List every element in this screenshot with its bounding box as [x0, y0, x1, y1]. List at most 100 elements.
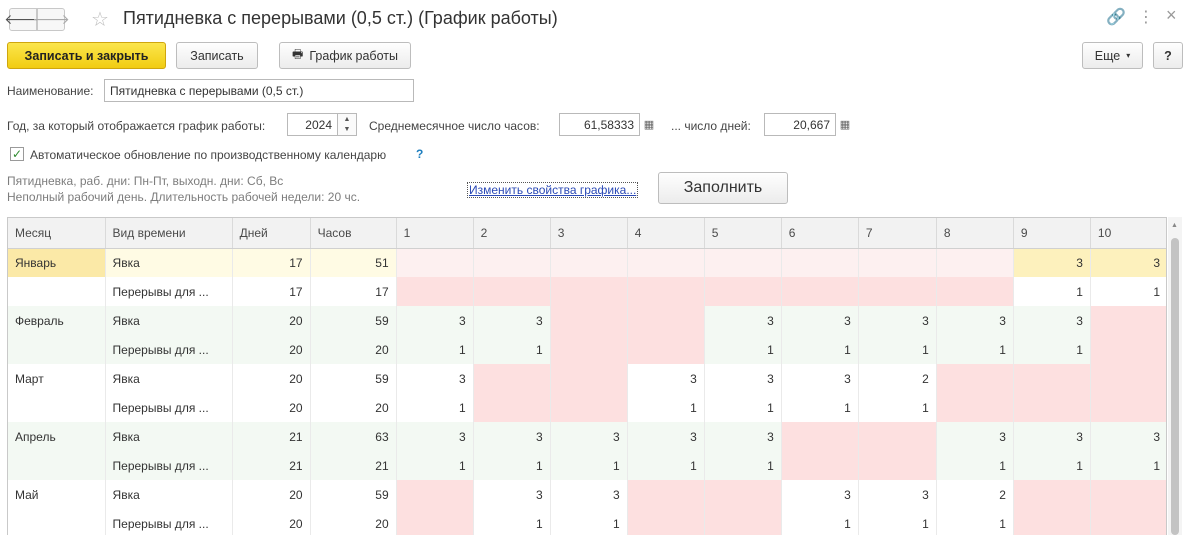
month-cell[interactable] [8, 277, 106, 306]
close-icon[interactable]: × [1166, 5, 1177, 26]
avg-days-field[interactable]: 20,667 [764, 113, 836, 136]
day-cell[interactable]: 3 [627, 422, 705, 451]
hours-cell[interactable]: 59 [310, 480, 397, 509]
day-cell[interactable]: 1 [704, 393, 782, 422]
hours-cell[interactable]: 20 [310, 393, 397, 422]
day-cell[interactable] [858, 277, 937, 306]
column-header[interactable]: 4 [627, 218, 705, 249]
help-icon[interactable]: ? [416, 147, 423, 161]
day-cell[interactable] [550, 335, 628, 364]
day-cell[interactable]: 1 [704, 335, 782, 364]
day-cell[interactable] [1013, 480, 1091, 509]
day-cell[interactable]: 2 [936, 480, 1014, 509]
day-cell[interactable] [704, 277, 782, 306]
month-cell[interactable] [8, 393, 106, 422]
day-cell[interactable] [781, 451, 859, 480]
time-kind-cell[interactable]: Перерывы для ... [105, 509, 233, 535]
day-cell[interactable] [1090, 335, 1166, 364]
scrollbar-thumb[interactable] [1171, 238, 1179, 535]
day-cell[interactable]: 1 [704, 451, 782, 480]
day-cell[interactable]: 3 [550, 480, 628, 509]
day-cell[interactable]: 1 [1090, 277, 1166, 306]
day-cell[interactable] [550, 364, 628, 393]
year-field[interactable]: 2024 [287, 113, 338, 136]
day-cell[interactable]: 3 [936, 306, 1014, 335]
day-cell[interactable]: 1 [1090, 451, 1166, 480]
month-cell[interactable] [8, 451, 106, 480]
help-button[interactable]: ? [1153, 42, 1183, 69]
time-kind-cell[interactable]: Явка [105, 306, 233, 335]
link-icon[interactable]: 🔗 [1106, 7, 1126, 27]
work-schedule-button[interactable]: 🖶 График работы [279, 42, 411, 69]
day-cell[interactable]: 1 [473, 509, 551, 535]
time-kind-cell[interactable]: Перерывы для ... [105, 393, 233, 422]
day-cell[interactable]: 3 [1013, 306, 1091, 335]
days-cell[interactable]: 21 [232, 422, 311, 451]
more-button[interactable]: Еще ▾ [1082, 42, 1143, 69]
day-cell[interactable]: 1 [858, 335, 937, 364]
year-spinner[interactable]: ▲ ▼ [338, 113, 357, 136]
days-cell[interactable]: 20 [232, 364, 311, 393]
day-cell[interactable]: 3 [1090, 248, 1166, 277]
column-header[interactable]: 2 [473, 218, 551, 249]
table-row[interactable]: Перерывы для ... 17 17 1 1 [8, 277, 1166, 306]
day-cell[interactable]: 1 [858, 393, 937, 422]
day-cell[interactable]: 3 [781, 364, 859, 393]
days-cell[interactable]: 21 [232, 451, 311, 480]
day-cell[interactable]: 3 [473, 306, 551, 335]
day-cell[interactable]: 1 [473, 451, 551, 480]
day-cell[interactable] [396, 480, 474, 509]
day-cell[interactable]: 3 [704, 306, 782, 335]
spin-up-icon[interactable]: ▲ [344, 116, 351, 123]
day-cell[interactable]: 3 [704, 422, 782, 451]
day-cell[interactable]: 3 [704, 364, 782, 393]
day-cell[interactable]: 3 [858, 480, 937, 509]
day-cell[interactable]: 1 [473, 335, 551, 364]
day-cell[interactable] [1090, 480, 1166, 509]
day-cell[interactable]: 1 [627, 451, 705, 480]
column-header[interactable]: 10 [1090, 218, 1166, 249]
day-cell[interactable] [396, 509, 474, 535]
forward-button[interactable]: 🡒 [32, 8, 70, 31]
day-cell[interactable]: 1 [396, 335, 474, 364]
days-cell[interactable]: 20 [232, 393, 311, 422]
day-cell[interactable]: 1 [781, 509, 859, 535]
table-row[interactable]: Январь Явка 17 51 3 3 [8, 248, 1166, 277]
table-row[interactable]: Перерывы для ... 20 20 1 1 1 1 1 1 1 [8, 335, 1166, 364]
day-cell[interactable] [936, 248, 1014, 277]
day-cell[interactable]: 2 [858, 364, 937, 393]
spin-down-icon[interactable]: ▼ [344, 126, 351, 133]
day-cell[interactable] [1090, 509, 1166, 535]
hours-cell[interactable]: 21 [310, 451, 397, 480]
fill-button[interactable]: Заполнить [658, 172, 788, 204]
day-cell[interactable]: 1 [781, 393, 859, 422]
table-row[interactable]: Перерывы для ... 20 20 1 1 1 1 1 [8, 509, 1166, 535]
day-cell[interactable]: 1 [936, 451, 1014, 480]
time-kind-cell[interactable]: Перерывы для ... [105, 277, 233, 306]
day-cell[interactable]: 1 [396, 451, 474, 480]
change-properties-link[interactable]: Изменить свойства графика... [467, 182, 639, 198]
save-button[interactable]: Записать [176, 42, 258, 69]
day-cell[interactable]: 1 [936, 335, 1014, 364]
day-cell[interactable] [781, 277, 859, 306]
auto-update-label[interactable]: Автоматическое обновление по производств… [30, 148, 386, 162]
column-header[interactable]: 9 [1013, 218, 1091, 249]
calculator-icon[interactable]: ▦ [836, 113, 854, 136]
avg-hours-field[interactable]: 61,58333 [559, 113, 640, 136]
time-kind-cell[interactable]: Явка [105, 422, 233, 451]
column-header[interactable]: 5 [704, 218, 782, 249]
day-cell[interactable] [704, 248, 782, 277]
month-cell[interactable]: Февраль [8, 306, 106, 335]
save-and-close-button[interactable]: Записать и закрыть [7, 42, 166, 69]
day-cell[interactable]: 1 [858, 509, 937, 535]
day-cell[interactable]: 3 [781, 306, 859, 335]
day-cell[interactable] [936, 277, 1014, 306]
day-cell[interactable] [936, 393, 1014, 422]
day-cell[interactable] [627, 509, 705, 535]
day-cell[interactable]: 1 [627, 393, 705, 422]
day-cell[interactable]: 3 [1013, 422, 1091, 451]
day-cell[interactable]: 1 [1013, 451, 1091, 480]
column-header[interactable]: Дней [232, 218, 311, 249]
table-row[interactable]: Апрель Явка 21 63 3 3 3 3 3 3 3 3 [8, 422, 1166, 451]
calculator-icon[interactable]: ▦ [640, 113, 658, 136]
